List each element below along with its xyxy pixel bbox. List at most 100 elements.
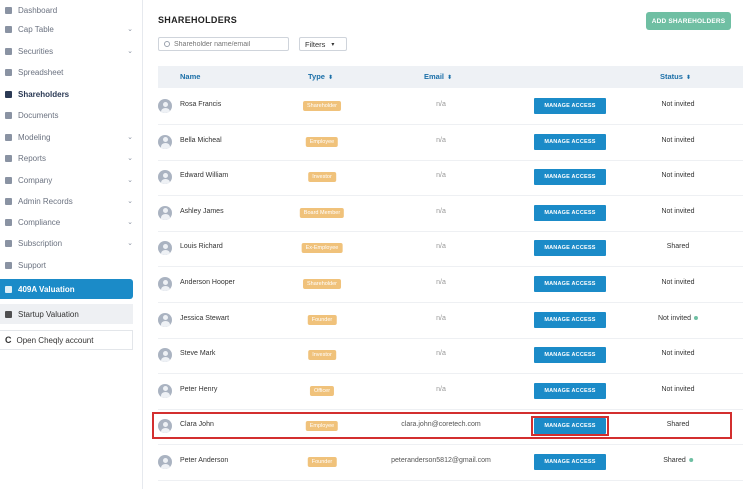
chevron-down-icon: ⌄	[127, 240, 133, 247]
sidebar-item-label: Cap Table	[18, 24, 54, 34]
nav-icon	[5, 68, 12, 76]
sidebar-item-company[interactable]: Company ⌄	[0, 170, 142, 190]
sidebar-item-label: Support	[18, 260, 47, 270]
manage-access-button[interactable]: MANAGE ACCESS	[534, 382, 606, 399]
search-box[interactable]	[158, 37, 289, 51]
status-text: Not invited	[661, 172, 695, 180]
sidebar-item-modeling[interactable]: Modeling ⌄	[0, 127, 142, 147]
sidebar-item-label: Documents	[18, 110, 59, 120]
type-badge: Investor	[308, 172, 336, 183]
sidebar-item-shareholders[interactable]: Shareholders	[0, 84, 142, 104]
column-status[interactable]: Status ⬍	[660, 66, 691, 88]
nav-icon	[5, 218, 12, 226]
valuation-icon	[5, 285, 12, 293]
sidebar-item-admin-records[interactable]: Admin Records ⌄	[0, 191, 142, 211]
sidebar-item-label: Shareholders	[18, 89, 70, 99]
sidebar-item-label: Dashboard	[18, 5, 58, 15]
nav-icon	[5, 176, 12, 184]
nav-icon	[5, 261, 12, 269]
valuation-409a-button[interactable]: 409A Valuation	[0, 279, 133, 299]
sidebar: Dashboard Cap Table ⌄ Securities ⌄ Spreadshee…	[0, 0, 143, 489]
column-email[interactable]: Email ⬍	[424, 66, 452, 88]
manage-access-button[interactable]: MANAGE ACCESS	[534, 347, 606, 364]
type-badge: Officer	[309, 385, 335, 396]
table-row: Anderson Hooper Shareholder n/a MANAGE ACCE…	[158, 267, 743, 303]
sidebar-item-label: Company	[18, 175, 53, 185]
open-cheqly-account-button[interactable]: C Open Cheqly account	[0, 330, 133, 350]
shareholder-email: n/a	[436, 207, 446, 215]
avatar-icon	[158, 277, 172, 291]
shareholder-email: n/a	[436, 243, 446, 251]
status-dot-icon	[694, 315, 699, 320]
sidebar-item-reports[interactable]: Reports ⌄	[0, 148, 142, 168]
sidebar-item-label: Subscription	[18, 238, 63, 248]
avatar-icon	[158, 99, 172, 113]
avatar-icon	[158, 383, 172, 398]
status-text: Not invited	[661, 279, 695, 286]
shareholder-name: Bella Micheal	[180, 136, 222, 144]
sort-icon: ⬍	[447, 75, 453, 81]
sidebar-item-subscription[interactable]: Subscription ⌄	[0, 233, 142, 253]
type-badge: Employee	[305, 136, 339, 147]
sidebar-item-dashboard[interactable]: Dashboard	[0, 0, 142, 20]
sidebar-item-label: Spreadsheet	[18, 67, 64, 77]
main-content: SHAREHOLDERS ADD SHAREHOLDERS Filters ▾ …	[146, 0, 745, 489]
table-row: Jessica Stewart Founder n/a MANAGE ACCESS No…	[158, 303, 743, 339]
add-shareholders-button[interactable]: ADD SHAREHOLDERS	[646, 12, 731, 30]
manage-access-button[interactable]: MANAGE ACCESS	[534, 133, 606, 150]
shareholder-name: Rosa Francis	[180, 101, 222, 108]
status-text: Shared	[663, 457, 693, 464]
manage-access-button[interactable]: MANAGE ACCESS	[534, 169, 606, 186]
shareholder-email: n/a	[436, 172, 446, 180]
sidebar-item-label: Compliance	[18, 217, 61, 227]
filters-dropdown[interactable]: Filters ▾	[299, 37, 347, 51]
manage-access-button[interactable]: MANAGE ACCESS	[534, 240, 606, 257]
manage-access-button[interactable]: MANAGE ACCESS	[534, 98, 606, 114]
sidebar-item-cap-table[interactable]: Cap Table ⌄	[0, 19, 142, 39]
manage-access-button[interactable]: MANAGE ACCESS	[534, 276, 606, 292]
table-row: Rosa Francis Shareholder n/a MANAGE ACCESS N…	[158, 89, 743, 125]
chevron-down-icon: ⌄	[127, 134, 133, 141]
shareholder-email: n/a	[436, 101, 446, 108]
chevron-down-icon: ⌄	[127, 155, 133, 162]
column-name[interactable]: Name	[180, 66, 200, 88]
highlighted-button-outline	[531, 416, 609, 436]
nav-icon	[5, 111, 12, 119]
shareholder-name: Ashley James	[180, 207, 224, 215]
shareholder-email: peteranderson5812@gmail.com	[391, 457, 491, 464]
manage-access-button[interactable]: MANAGE ACCESS	[534, 454, 606, 470]
shareholder-email: n/a	[436, 350, 446, 358]
table-row: Peter Anderson Founder peteranderson5812@g…	[158, 445, 743, 481]
chevron-down-icon: ⌄	[127, 219, 133, 226]
startup-icon	[5, 310, 12, 318]
search-icon	[164, 41, 170, 47]
page-title: SHAREHOLDERS	[158, 15, 238, 25]
status-text: Not invited	[661, 385, 695, 393]
sidebar-item-compliance[interactable]: Compliance ⌄	[0, 212, 142, 232]
nav-icon	[5, 90, 12, 98]
manage-access-button[interactable]: MANAGE ACCESS	[534, 311, 606, 328]
column-type[interactable]: Type ⬍	[308, 66, 333, 88]
manage-access-button[interactable]: MANAGE ACCESS	[534, 204, 606, 221]
sidebar-item-securities[interactable]: Securities ⌄	[0, 41, 142, 61]
sidebar-item-label: Securities	[18, 46, 54, 56]
shareholder-name: Peter Henry	[180, 385, 218, 393]
status-dot-icon	[688, 458, 693, 463]
nav-icon	[5, 25, 12, 33]
nav-icon	[5, 6, 12, 14]
chevron-down-icon: ⌄	[127, 177, 133, 184]
startup-valuation-button[interactable]: Startup Valuation	[0, 304, 133, 324]
status-text: Not invited	[661, 101, 695, 108]
nav-icon	[5, 47, 12, 55]
avatar-icon	[158, 348, 172, 363]
table-row: Louis Richard Ex-Employee n/a MANAGE ACCESS…	[158, 231, 743, 268]
sidebar-item-spreadsheet[interactable]: Spreadsheet	[0, 62, 142, 82]
sidebar-item-documents[interactable]: Documents	[0, 105, 142, 125]
nav-icon	[5, 133, 12, 141]
search-input[interactable]	[174, 40, 274, 48]
sidebar-item-support[interactable]: Support	[0, 255, 142, 275]
type-badge: Founder	[307, 314, 337, 325]
status-text: Not invited	[661, 350, 695, 358]
shareholder-name: Louis Richard	[180, 243, 223, 251]
table-row: Steve Mark Investor n/a MANAGE ACCESS Not in…	[158, 338, 743, 375]
